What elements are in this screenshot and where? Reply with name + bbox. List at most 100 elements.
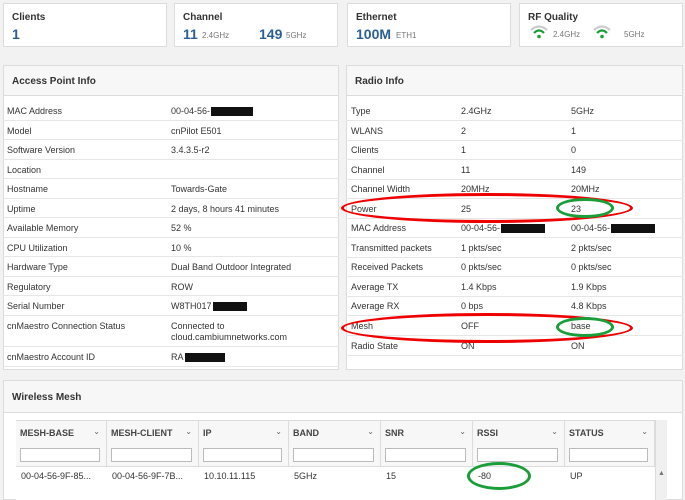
radio-24ghz-value: 1 pkts/sec (461, 243, 502, 253)
ap-info-row: Hostname Towards-Gate (3, 179, 339, 199)
radio-info-row: Power 25 23 (346, 199, 683, 219)
column-header-mesh-base[interactable]: MESH-BASE ⌄ (16, 420, 107, 466)
column-header-ip[interactable]: IP ⌄ (199, 420, 289, 466)
ap-info-row: CPU Utilization 10 % (3, 238, 339, 257)
radio-24ghz-value: 2.4GHz (461, 106, 492, 116)
radio-info-label: MAC Address (351, 223, 407, 233)
ap-info-value: 52 % (171, 223, 192, 233)
radio-5ghz-value: 23 (571, 204, 582, 214)
channel-card: Channel 11 2.4GHz 149 5GHz (174, 3, 338, 47)
chevron-down-icon[interactable]: ⌄ (275, 427, 282, 436)
table-cell: 00-04-56-9F-7B... (112, 471, 184, 481)
rf-quality-title: RF Quality (528, 12, 579, 23)
radio-info-label: Transmitted packets (351, 243, 432, 253)
radio-5ghz-value: base (571, 321, 591, 331)
radio-5ghz-value: 2 pkts/sec (571, 243, 612, 253)
column-header-band[interactable]: BAND ⌄ (289, 420, 381, 466)
column-header-label: MESH-BASE (20, 428, 75, 438)
radio-info-label: Channel Width (351, 184, 411, 194)
clients-title: Clients (12, 12, 46, 23)
redacted-block (501, 224, 546, 234)
column-filter-input[interactable] (477, 448, 558, 462)
chevron-down-icon[interactable]: ⌄ (93, 427, 100, 436)
ap-info-label: Hardware Type (7, 262, 68, 272)
radio-info-label: WLANS (351, 126, 384, 136)
ap-info-label: Regulatory (7, 282, 51, 292)
redacted-block (611, 224, 656, 234)
column-header-label: RSSI (477, 428, 499, 438)
radio-5ghz-value: 4.8 Kbps (571, 301, 607, 311)
panel-title: Wireless Mesh (12, 392, 82, 403)
ap-info-value: RA (171, 352, 225, 363)
wifi-icon (530, 25, 548, 39)
column-filter-input[interactable] (569, 448, 648, 462)
table-cell: UP (570, 471, 583, 481)
column-header-snr[interactable]: SNR ⌄ (381, 420, 473, 466)
ap-info-row: cnMaestro Account ID RA (3, 347, 339, 367)
ap-info-row: Available Memory 52 % (3, 218, 339, 238)
radio-24ghz-value: 1.4 Kbps (461, 282, 497, 292)
column-header-rssi[interactable]: RSSI ⌄ (473, 420, 565, 466)
radio-5ghz-value: 20MHz (571, 184, 600, 194)
ap-info-row: MAC Address 00-04-56- (3, 101, 339, 121)
column-filter-input[interactable] (111, 448, 192, 462)
radio-24ghz-value: 0 bps (461, 301, 484, 311)
ap-info-value: 00-04-56- (171, 106, 254, 117)
ap-info-label: MAC Address (7, 106, 63, 116)
column-header-status[interactable]: STATUS ⌄ (565, 420, 655, 466)
radio-info-row: Channel 11 149 (346, 160, 683, 180)
chevron-down-icon[interactable]: ⌄ (459, 427, 466, 436)
column-filter-input[interactable] (293, 448, 374, 462)
radio-info-row: Clients 1 0 (346, 140, 683, 160)
panel-title: Access Point Info (12, 76, 96, 87)
ap-info-label: Location (7, 165, 42, 175)
radio-24ghz-value: 0 pkts/sec (461, 262, 502, 272)
column-filter-input[interactable] (20, 448, 100, 462)
table-cell: 15 (386, 471, 397, 481)
radio-info-row: Average RX 0 bps 4.8 Kbps (346, 296, 683, 316)
ethernet-title: Ethernet (356, 12, 397, 23)
ap-info-value: Dual Band Outdoor Integrated (171, 262, 292, 272)
ap-info-value: 10 % (171, 243, 192, 253)
radio-info-row: Type 2.4GHz 5GHz (346, 101, 683, 121)
redacted-block (211, 107, 254, 117)
ap-info-row: Uptime 2 days, 8 hours 41 minutes (3, 199, 339, 218)
ap-info-value: 2 days, 8 hours 41 minutes (171, 204, 280, 214)
ethernet-value: 100M (356, 26, 392, 42)
radio-24ghz-value: 00-04-56- (461, 223, 546, 234)
radio-24ghz-value: OFF (461, 321, 479, 331)
column-header-label: BAND (293, 428, 319, 438)
ap-info-label: cnMaestro Account ID (7, 352, 96, 362)
chevron-down-icon[interactable]: ⌄ (641, 427, 648, 436)
scroll-up-arrow-icon[interactable]: ▲ (658, 470, 665, 477)
column-header-label: STATUS (569, 428, 604, 438)
radio-5ghz-value: 149 (571, 165, 587, 175)
column-header-mesh-client[interactable]: MESH-CLIENT ⌄ (107, 420, 199, 466)
ap-info-label: Serial Number (7, 301, 65, 311)
ap-info-row: Location (3, 160, 339, 179)
chevron-down-icon[interactable]: ⌄ (185, 427, 192, 436)
table-scrollbar[interactable]: ▲ (655, 420, 667, 500)
chevron-down-icon[interactable]: ⌄ (551, 427, 558, 436)
rf-24-label: 2.4GHz (553, 30, 581, 39)
radio-info-label: Received Packets (351, 262, 424, 272)
column-filter-input[interactable] (203, 448, 282, 462)
radio-info-label: Clients (351, 145, 379, 155)
ap-info-row: Software Version 3.4.3.5-r2 (3, 140, 339, 160)
chevron-down-icon[interactable]: ⌄ (367, 427, 374, 436)
column-filter-input[interactable] (385, 448, 466, 462)
ap-info-label: Software Version (7, 145, 76, 155)
wifi-icon (593, 25, 611, 39)
channel-24-value: 11 (183, 26, 198, 42)
ap-info-value: W8TH017 (171, 301, 247, 312)
radio-24ghz-value: ON (461, 341, 475, 351)
radio-24ghz-value: 2 (461, 126, 467, 136)
radio-info-label: Power (351, 204, 377, 214)
ap-info-row: cnMaestro Connection Status Connected to… (3, 316, 339, 347)
radio-24ghz-value: 11 (461, 165, 471, 175)
ap-info-row: Serial Number W8TH017 (3, 296, 339, 316)
radio-5ghz-value: 5GHz (571, 106, 595, 116)
ap-info-value: ROW (171, 282, 193, 292)
panel-header: Wireless Mesh (4, 381, 682, 413)
ap-info-label: Model (7, 126, 32, 136)
